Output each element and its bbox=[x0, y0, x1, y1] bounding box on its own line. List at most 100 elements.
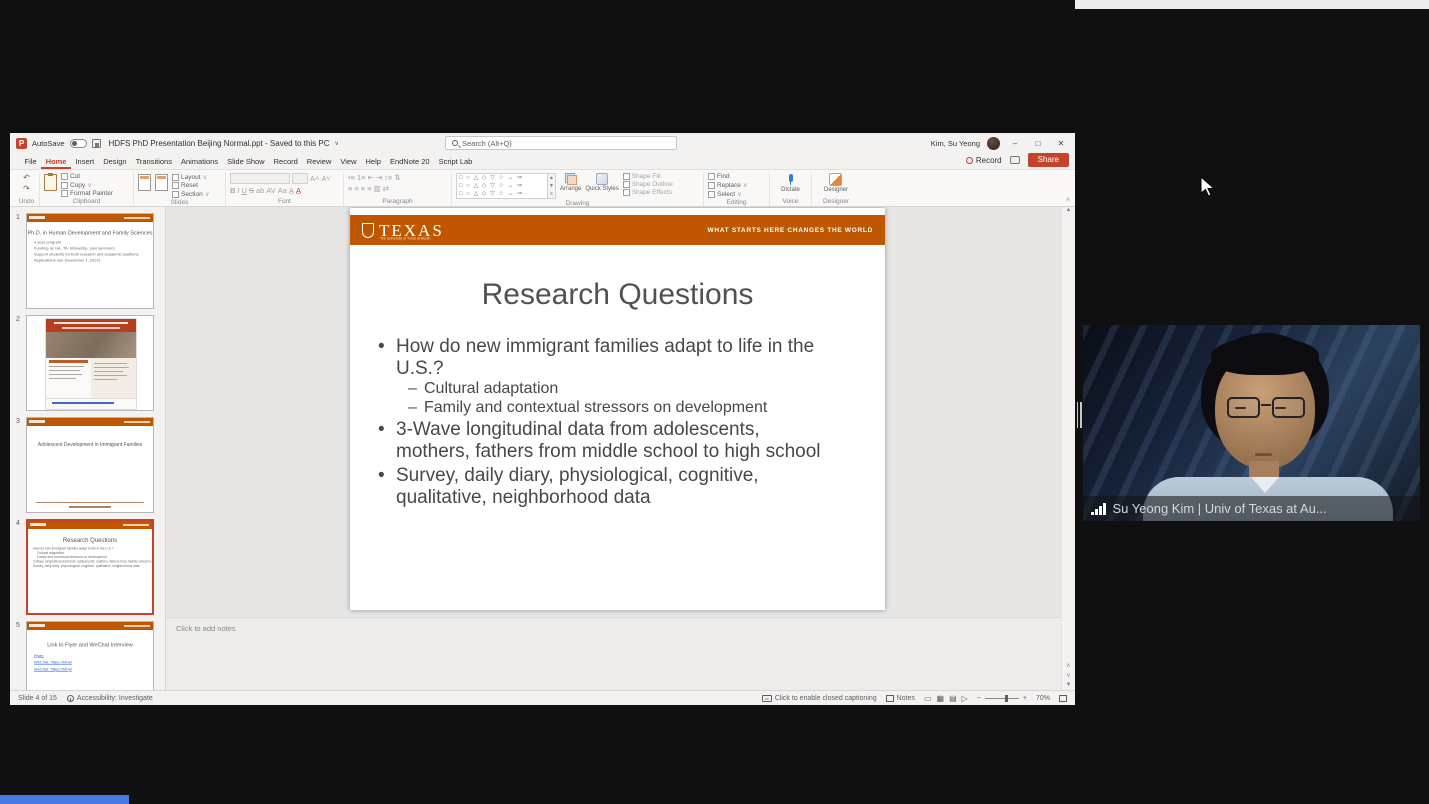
font-size-select[interactable] bbox=[292, 173, 308, 184]
format-painter-button[interactable]: Format Painter bbox=[61, 190, 113, 197]
highlight-color-button[interactable]: A̲ bbox=[289, 186, 294, 195]
tab-slide-show[interactable]: Slide Show bbox=[223, 155, 270, 169]
zoom-out-button[interactable]: − bbox=[977, 695, 981, 702]
closed-captions-toggle[interactable]: cc Click to enable closed captioning bbox=[762, 695, 877, 702]
arrange-button[interactable]: Arrange bbox=[560, 173, 581, 192]
tab-transitions[interactable]: Transitions bbox=[131, 155, 176, 169]
dictate-button[interactable]: Dictate bbox=[781, 173, 800, 193]
record-button[interactable]: Record bbox=[966, 156, 1002, 165]
font-color-button[interactable]: A̲ bbox=[296, 186, 301, 195]
shrink-font-icon[interactable]: A˅ bbox=[321, 174, 330, 183]
numbering-button[interactable]: 1≡ bbox=[357, 173, 366, 182]
search-input[interactable]: Search (Alt+Q) bbox=[445, 136, 677, 150]
align-left-button[interactable]: ≡ bbox=[348, 184, 352, 193]
quick-styles-button[interactable]: Quick Styles bbox=[585, 173, 618, 192]
undo-icon[interactable]: ↶ bbox=[23, 173, 30, 182]
fit-slide-to-window-button[interactable] bbox=[1059, 695, 1067, 702]
shapes-gallery-scroll[interactable]: ▲▼≡ bbox=[548, 173, 556, 199]
tab-design[interactable]: Design bbox=[99, 155, 131, 169]
italic-button[interactable]: I bbox=[237, 186, 239, 195]
next-slide-button[interactable]: ∨ bbox=[1066, 672, 1070, 679]
scroll-down-icon[interactable]: ▼ bbox=[1066, 682, 1072, 688]
tab-insert[interactable]: Insert bbox=[71, 155, 99, 169]
reading-view-button[interactable]: ▤ bbox=[949, 694, 957, 703]
tab-help[interactable]: Help bbox=[361, 155, 385, 169]
paste-button[interactable] bbox=[44, 174, 57, 191]
redo-icon[interactable]: ↷ bbox=[23, 184, 30, 193]
bold-button[interactable]: B bbox=[230, 186, 235, 195]
align-right-button[interactable]: ≡ bbox=[361, 184, 365, 193]
section-button[interactable]: Section ∨ bbox=[172, 190, 209, 198]
text-direction-button[interactable]: ⇅ bbox=[394, 173, 400, 182]
comments-icon[interactable] bbox=[1010, 156, 1020, 164]
new-slide-button[interactable] bbox=[138, 174, 151, 191]
text-shadow-button[interactable]: ab bbox=[256, 186, 264, 195]
line-spacing-button[interactable]: ↕≡ bbox=[384, 173, 392, 182]
previous-slide-button[interactable]: ∧ bbox=[1066, 662, 1070, 669]
zoom-level[interactable]: 70% bbox=[1036, 695, 1050, 702]
decrease-indent-button[interactable]: ⇤ bbox=[368, 173, 374, 182]
find-button[interactable]: Find bbox=[708, 173, 765, 180]
underline-button[interactable]: U bbox=[242, 186, 247, 195]
slide-thumbnail-2[interactable] bbox=[26, 315, 154, 411]
columns-button[interactable]: ▥ bbox=[374, 184, 381, 193]
justify-button[interactable]: ≡ bbox=[367, 184, 371, 193]
panel-divider-handle[interactable] bbox=[1076, 402, 1082, 428]
cut-button[interactable]: Cut bbox=[61, 173, 113, 180]
layout-button[interactable]: Layout ∨ bbox=[172, 173, 209, 181]
tab-home[interactable]: Home bbox=[41, 155, 71, 169]
zoom-in-button[interactable]: + bbox=[1023, 695, 1027, 702]
shape-fill-button[interactable]: Shape Fill bbox=[623, 173, 673, 180]
close-button[interactable]: ✕ bbox=[1053, 139, 1069, 148]
slide-thumbnail-4-selected[interactable]: Research Questions How do new immigrant … bbox=[26, 519, 154, 615]
char-spacing-button[interactable]: AV bbox=[266, 186, 275, 195]
accessibility-status[interactable]: Accessibility: Investigate bbox=[67, 695, 153, 702]
change-case-button[interactable]: Aa bbox=[278, 186, 287, 195]
select-button[interactable]: Select ∨ bbox=[708, 190, 765, 198]
scroll-up-icon[interactable]: ▲ bbox=[1066, 207, 1072, 213]
minimize-button[interactable]: – bbox=[1007, 139, 1023, 148]
notes-toggle[interactable]: Notes bbox=[886, 695, 915, 702]
grow-font-icon[interactable]: A˄ bbox=[310, 174, 319, 183]
increase-indent-button[interactable]: ⇥ bbox=[376, 173, 382, 182]
zoom-slider[interactable] bbox=[985, 698, 1019, 699]
vertical-scrollbar[interactable]: ▲ ∧ ∨ ▼ bbox=[1061, 207, 1075, 690]
slideshow-button[interactable]: ▷ bbox=[962, 694, 968, 703]
slide-sorter-view-button[interactable]: ▦ bbox=[937, 694, 945, 703]
slide-canvas[interactable]: TEXAS The University of Texas at Austin … bbox=[350, 208, 885, 610]
share-button[interactable]: Share bbox=[1028, 153, 1069, 167]
tab-file[interactable]: File bbox=[20, 155, 41, 169]
tab-review[interactable]: Review bbox=[302, 155, 336, 169]
convert-smartart-button[interactable]: ⇄ bbox=[383, 184, 389, 193]
tab-view[interactable]: View bbox=[336, 155, 361, 169]
notes-pane[interactable]: Click to add notes bbox=[166, 617, 1061, 690]
slide-thumbnail-3[interactable]: Adolescent Development in Immigrant Fami… bbox=[26, 417, 154, 513]
tab-script-lab[interactable]: Script Lab bbox=[434, 155, 477, 169]
collapse-ribbon-icon[interactable]: ˄ bbox=[1066, 197, 1070, 204]
copy-button[interactable]: Copy ∨ bbox=[61, 181, 113, 189]
shapes-gallery[interactable]: □ ○ △ ◇ ▽ ☆ ↔ ⇒ □ ○ △ ◇ ▽ ☆ ↔ ⇒ □ ○ △ ◇ … bbox=[456, 173, 548, 199]
slide-thumbnail-5[interactable]: Link to Flyer and WeChat Interview Flyer… bbox=[26, 621, 154, 690]
font-name-select[interactable] bbox=[230, 173, 290, 184]
powerpoint-app-icon[interactable]: P bbox=[16, 138, 27, 149]
shape-outline-button[interactable]: Shape Outline bbox=[623, 181, 673, 188]
replace-button[interactable]: Replace ∨ bbox=[708, 181, 765, 189]
reset-button[interactable]: Reset bbox=[172, 182, 209, 189]
slide-thumbnail-1[interactable]: Ph.D. in Human Development and Family Sc… bbox=[26, 213, 154, 309]
tab-record[interactable]: Record bbox=[269, 155, 302, 169]
designer-button[interactable]: Designer bbox=[824, 173, 848, 193]
tab-animations[interactable]: Animations bbox=[176, 155, 222, 169]
strikethrough-button[interactable]: S bbox=[249, 186, 254, 195]
autosave-toggle[interactable] bbox=[70, 139, 87, 148]
normal-view-button[interactable]: ▭ bbox=[924, 694, 932, 703]
reuse-slides-button[interactable] bbox=[155, 174, 168, 191]
account-name[interactable]: Kim, Su Yeong bbox=[931, 139, 980, 148]
save-icon[interactable] bbox=[92, 139, 101, 148]
maximize-button[interactable]: □ bbox=[1030, 139, 1046, 148]
zoom-slider-knob[interactable] bbox=[1005, 695, 1008, 702]
tab-endnote[interactable]: EndNote 20 bbox=[385, 155, 434, 169]
chevron-down-icon[interactable]: ∨ bbox=[335, 140, 339, 147]
avatar[interactable] bbox=[987, 137, 1000, 150]
align-center-button[interactable]: ≡ bbox=[354, 184, 358, 193]
shape-effects-button[interactable]: Shape Effects bbox=[623, 189, 673, 196]
